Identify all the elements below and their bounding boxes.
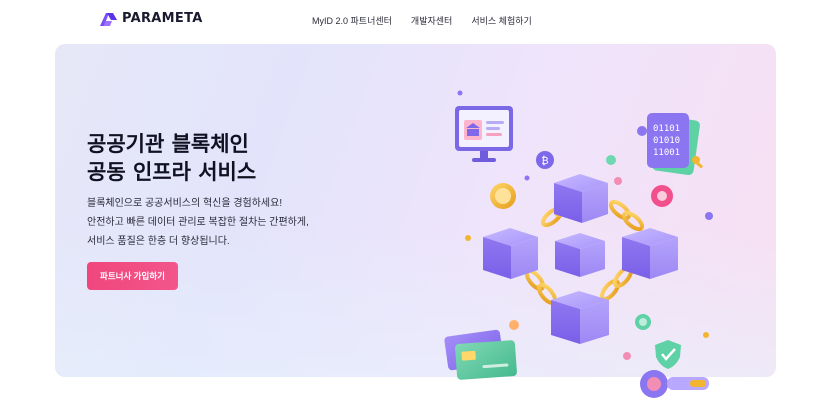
hero-title: 공공기관 블록체인 공동 인프라 서비스: [87, 130, 256, 186]
partner-signup-button[interactable]: 파트너사 가입하기: [87, 262, 178, 290]
main-nav: MyID 2.0 파트너센터 개발자센터 서비스 체험하기: [312, 14, 551, 27]
hero-description-line: 블록체인으로 공공서비스의 혁신을 경험하세요!: [87, 198, 283, 209]
hero-description-line: 안전하고 빠른 데이터 관리로 복잡한 절차는 간편하게,: [87, 217, 309, 228]
nav-service-trial[interactable]: 서비스 체험하기: [471, 14, 531, 27]
top-header: PARAMETA MyID 2.0 파트너센터 개발자센터 서비스 체험하기: [0, 0, 830, 40]
hero-title-line: 공동 인프라 서비스: [87, 160, 257, 184]
nav-developer-center[interactable]: 개발자센터: [411, 14, 452, 27]
hero-banner: 공공기관 블록체인 공동 인프라 서비스 블록체인으로 공공서비스의 혁신을 경…: [55, 44, 776, 377]
hero-title-line: 공공기관 블록체인: [87, 132, 249, 156]
hero-description-line: 서비스 품질은 한층 더 향상됩니다.: [87, 236, 230, 247]
brand-logo[interactable]: PARAMETA: [100, 11, 203, 26]
hero-description: 블록체인으로 공공서비스의 혁신을 경험하세요! 안전하고 빠른 데이터 관리로…: [87, 194, 309, 251]
parameta-logo-icon: [100, 13, 117, 26]
nav-myid-partner-center[interactable]: MyID 2.0 파트너센터: [312, 14, 392, 27]
brand-name: PARAMETA: [122, 11, 203, 26]
